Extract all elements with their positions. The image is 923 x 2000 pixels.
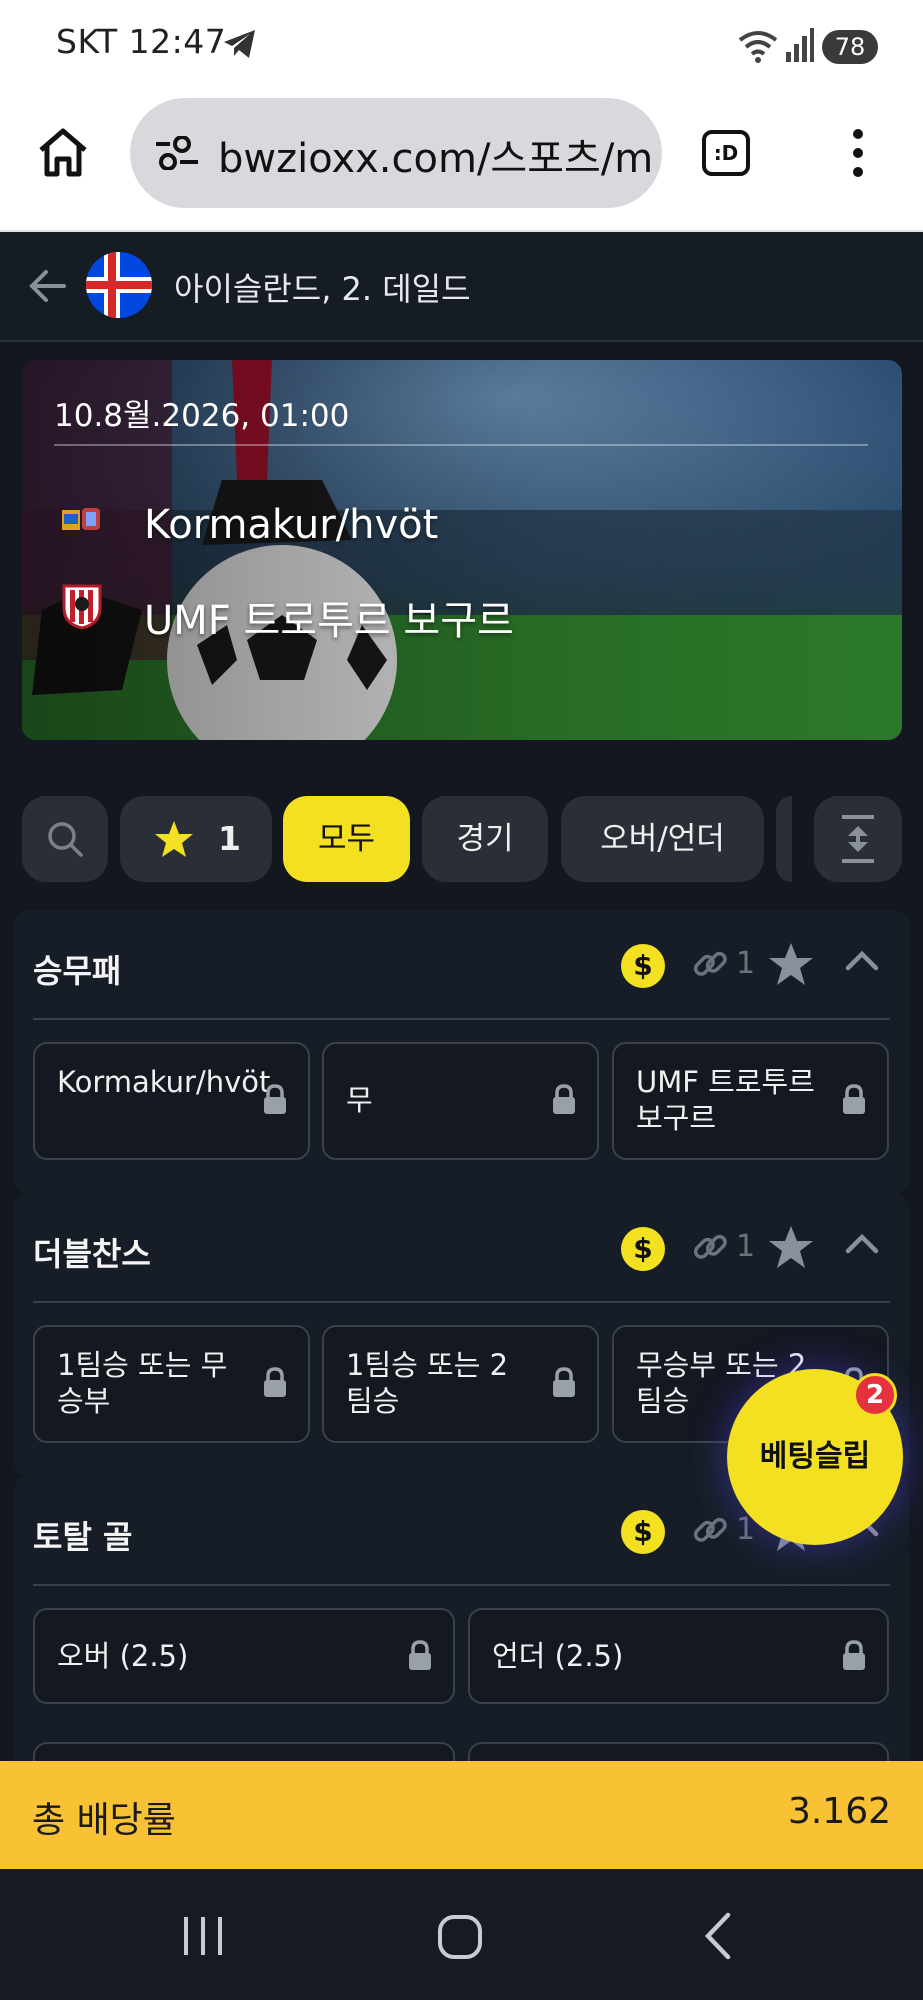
- lock-icon: [553, 1367, 575, 1397]
- banner-divider: [54, 444, 868, 446]
- odds-button-draw[interactable]: 무: [322, 1042, 599, 1160]
- odds-button-home-or-draw[interactable]: 1팀승 또는 무승부: [33, 1325, 310, 1443]
- lock-icon: [843, 1640, 865, 1670]
- link-count: 1: [736, 946, 756, 981]
- link-icon[interactable]: [690, 944, 730, 984]
- status-bar: SKT 12:47 78: [0, 0, 923, 92]
- dollar-icon[interactable]: $: [621, 1227, 665, 1271]
- odds-button-away[interactable]: UMF 트로투르 보구르: [612, 1042, 889, 1160]
- option-label: Kormakur/hvöt: [57, 1065, 271, 1099]
- odds-button-under[interactable]: 언더 (2.5): [468, 1608, 889, 1704]
- favorites-count: 1: [218, 819, 241, 858]
- section-divider: [33, 1584, 890, 1586]
- expand-collapse-button[interactable]: [814, 796, 902, 882]
- tab-match[interactable]: 경기: [422, 796, 548, 882]
- lock-icon: [553, 1084, 575, 1114]
- league-title: 아이슬란드, 2. 데일드: [174, 270, 471, 308]
- search-icon: [48, 822, 83, 857]
- home-team-name: Kormakur/hvöt: [144, 502, 439, 548]
- option-label: 1팀승 또는 2팀승: [346, 1348, 509, 1418]
- carrier-time: SKT 12:47: [56, 22, 227, 61]
- event-datetime: 10.8월.2026, 01:00: [54, 398, 350, 434]
- expand-vertical-icon: [842, 815, 874, 863]
- telegram-icon: [224, 30, 255, 58]
- league-header: 아이슬란드, 2. 데일드: [0, 232, 923, 342]
- total-odds-bar[interactable]: 총 배당률 3.162: [0, 1761, 923, 1869]
- market-1x2: 승무패 $ 1 Kormakur/hvöt 무 UMF 트로투르 보구르: [14, 910, 909, 1194]
- market-title: 토탈 골: [33, 1518, 133, 1556]
- tab-more-partial[interactable]: [776, 796, 792, 882]
- market-title: 승무패: [33, 952, 122, 990]
- dollar-icon[interactable]: $: [621, 1510, 665, 1554]
- bet-slip-button[interactable]: 베팅슬립 2: [727, 1369, 903, 1545]
- away-team-logo-icon: [62, 584, 102, 630]
- option-label: 오버 (2.5): [57, 1639, 189, 1673]
- lock-icon: [264, 1084, 286, 1114]
- chevron-up-icon[interactable]: [844, 948, 880, 972]
- option-label: 1팀승 또는 무승부: [57, 1348, 228, 1418]
- url-text: bwzioxx.com/스포츠/m: [218, 136, 654, 182]
- tab-over-under[interactable]: 오버/언더: [561, 796, 764, 882]
- favorites-filter[interactable]: 1: [120, 796, 272, 882]
- link-icon[interactable]: [690, 1510, 730, 1550]
- tab-switcher-button[interactable]: :D: [702, 130, 750, 176]
- lock-icon: [409, 1640, 431, 1670]
- favorite-star-icon[interactable]: [768, 942, 814, 986]
- bet-slip-count-badge: 2: [853, 1373, 897, 1417]
- home-icon[interactable]: [36, 126, 90, 178]
- search-button[interactable]: [22, 796, 108, 882]
- link-icon[interactable]: [690, 1227, 730, 1267]
- option-label: 언더 (2.5): [492, 1639, 624, 1673]
- event-banner: 10.8월.2026, 01:00 Kormakur/hvöt UMF 트로투르…: [22, 360, 902, 740]
- away-team-name: UMF 트로투르 보구르: [144, 598, 514, 644]
- battery-indicator: 78: [822, 30, 878, 64]
- odds-button-over[interactable]: 오버 (2.5): [33, 1608, 455, 1704]
- more-menu-icon[interactable]: [850, 128, 866, 178]
- odds-button-home-or-away[interactable]: 1팀승 또는 2팀승: [322, 1325, 599, 1443]
- total-odds-value: 3.162: [787, 1791, 891, 1832]
- option-label: 무: [346, 1083, 373, 1117]
- site-settings-icon[interactable]: [154, 136, 200, 170]
- bet-slip-label: 베팅슬립: [759, 1439, 871, 1474]
- total-odds-label: 총 배당률: [32, 1800, 176, 1841]
- wifi-icon: [738, 31, 778, 63]
- home-button-icon[interactable]: [436, 1913, 484, 1961]
- iceland-flag-icon: [86, 252, 152, 318]
- chevron-up-icon[interactable]: [844, 1231, 880, 1255]
- favorite-star-icon[interactable]: [768, 1225, 814, 1269]
- dollar-icon[interactable]: $: [621, 944, 665, 988]
- lock-icon: [264, 1367, 286, 1397]
- tab-all[interactable]: 모두: [283, 796, 410, 882]
- market-filter-bar: 1 모두 경기 오버/언더: [0, 762, 923, 902]
- lock-icon: [843, 1084, 865, 1114]
- back-icon[interactable]: [702, 1911, 734, 1961]
- signal-icon: [786, 28, 814, 62]
- home-team-logo-icon: [62, 508, 100, 530]
- system-navigation-bar: [0, 1869, 923, 2000]
- screen: SKT 12:47 78 bwzioxx.com/스포츠/m :D 아이슬란드,…: [0, 0, 923, 2000]
- odds-button-home[interactable]: Kormakur/hvöt: [33, 1042, 310, 1160]
- section-divider: [33, 1018, 890, 1020]
- market-title: 더블찬스: [33, 1235, 151, 1273]
- link-count: 1: [736, 1229, 756, 1264]
- browser-toolbar: bwzioxx.com/스포츠/m :D: [0, 92, 923, 232]
- star-icon: [155, 821, 193, 857]
- address-bar[interactable]: bwzioxx.com/스포츠/m: [130, 98, 662, 208]
- recent-apps-icon[interactable]: [180, 1913, 226, 1959]
- back-arrow-icon[interactable]: [28, 268, 68, 304]
- option-label: UMF 트로투르 보구르: [636, 1065, 815, 1135]
- section-divider: [33, 1301, 890, 1303]
